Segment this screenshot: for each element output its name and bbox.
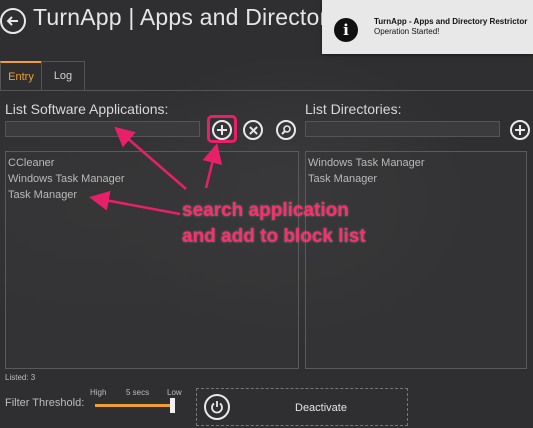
info-icon: i (334, 18, 358, 42)
deactivate-label: Deactivate (295, 402, 347, 414)
annotation-line-1: search application (182, 200, 349, 221)
list-item[interactable]: Windows Task Manager (8, 171, 296, 187)
deactivate-button[interactable]: Deactivate (196, 388, 408, 426)
search-software-button[interactable] (276, 120, 296, 140)
remove-software-button[interactable] (243, 120, 263, 140)
back-arrow-icon[interactable] (0, 8, 26, 34)
toast-notification[interactable]: i TurnApp - Apps and Directory Restricto… (322, 0, 533, 54)
tick-high: High (90, 388, 107, 397)
software-search-input[interactable] (5, 121, 200, 137)
add-directory-button[interactable] (510, 120, 530, 140)
directory-path-input[interactable] (305, 121, 500, 137)
plus-icon (515, 125, 525, 135)
tab-divider (0, 90, 533, 91)
annotation-line-2: and add to block list (182, 226, 366, 247)
filter-threshold-label: Filter Threshold: (5, 397, 85, 409)
power-icon (204, 394, 230, 420)
slider-thumb[interactable] (170, 398, 176, 413)
magnifier-icon (281, 125, 291, 135)
toast-title: TurnApp - Apps and Directory Restrictor (374, 17, 528, 26)
close-icon (248, 125, 258, 135)
annotation-text: search application and add to block list (182, 198, 366, 250)
list-item[interactable]: CCleaner (8, 155, 296, 171)
directory-list[interactable]: Windows Task Manager Task Manager (305, 151, 527, 369)
tick-low: Low (167, 388, 182, 397)
software-list[interactable]: CCleaner Windows Task Manager Task Manag… (5, 151, 299, 369)
tab-log[interactable]: Log (41, 61, 85, 91)
directory-list-label: List Directories: (305, 101, 402, 117)
tick-mid: 5 secs (126, 388, 150, 397)
list-item[interactable]: Windows Task Manager (308, 155, 524, 171)
add-button-highlight (207, 115, 237, 143)
software-list-label: List Software Applications: (5, 101, 169, 117)
listed-count: Listed: 3 (5, 373, 36, 382)
tab-entry[interactable]: Entry (0, 61, 42, 91)
slider-fill (95, 404, 174, 407)
filter-threshold-slider[interactable] (95, 398, 176, 413)
toast-message: Operation Started! (374, 27, 440, 36)
list-item[interactable]: Task Manager (308, 171, 524, 187)
